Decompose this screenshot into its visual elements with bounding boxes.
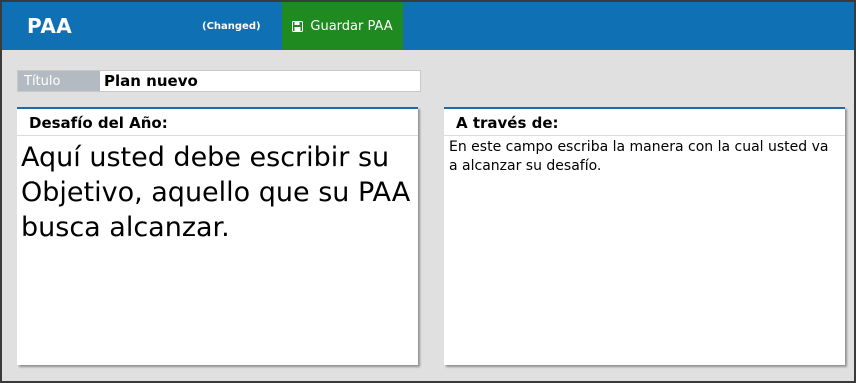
changed-status: (Changed) — [202, 21, 261, 32]
app-window: PAA (Changed) Guardar PAA Título Desafío… — [0, 0, 856, 383]
floppy-disk-icon — [292, 20, 304, 32]
challenge-panel: Desafío del Año: Aquí usted debe escribi… — [17, 107, 418, 365]
app-title: PAA — [27, 14, 73, 38]
title-label: Título — [18, 71, 100, 91]
through-heading: A través de: — [444, 109, 845, 136]
top-bar: PAA (Changed) Guardar PAA — [2, 2, 854, 50]
through-panel: A través de: En este campo escriba la ma… — [444, 107, 845, 365]
challenge-heading: Desafío del Año: — [17, 109, 418, 136]
challenge-textarea[interactable]: Aquí usted debe escribir su Objetivo, aq… — [17, 136, 418, 362]
title-field-row: Título — [17, 70, 421, 92]
save-paa-button[interactable]: Guardar PAA — [282, 2, 403, 50]
save-paa-label: Guardar PAA — [310, 18, 393, 34]
title-input[interactable] — [100, 71, 418, 91]
through-textarea[interactable]: En este campo escriba la manera con la c… — [444, 136, 845, 362]
